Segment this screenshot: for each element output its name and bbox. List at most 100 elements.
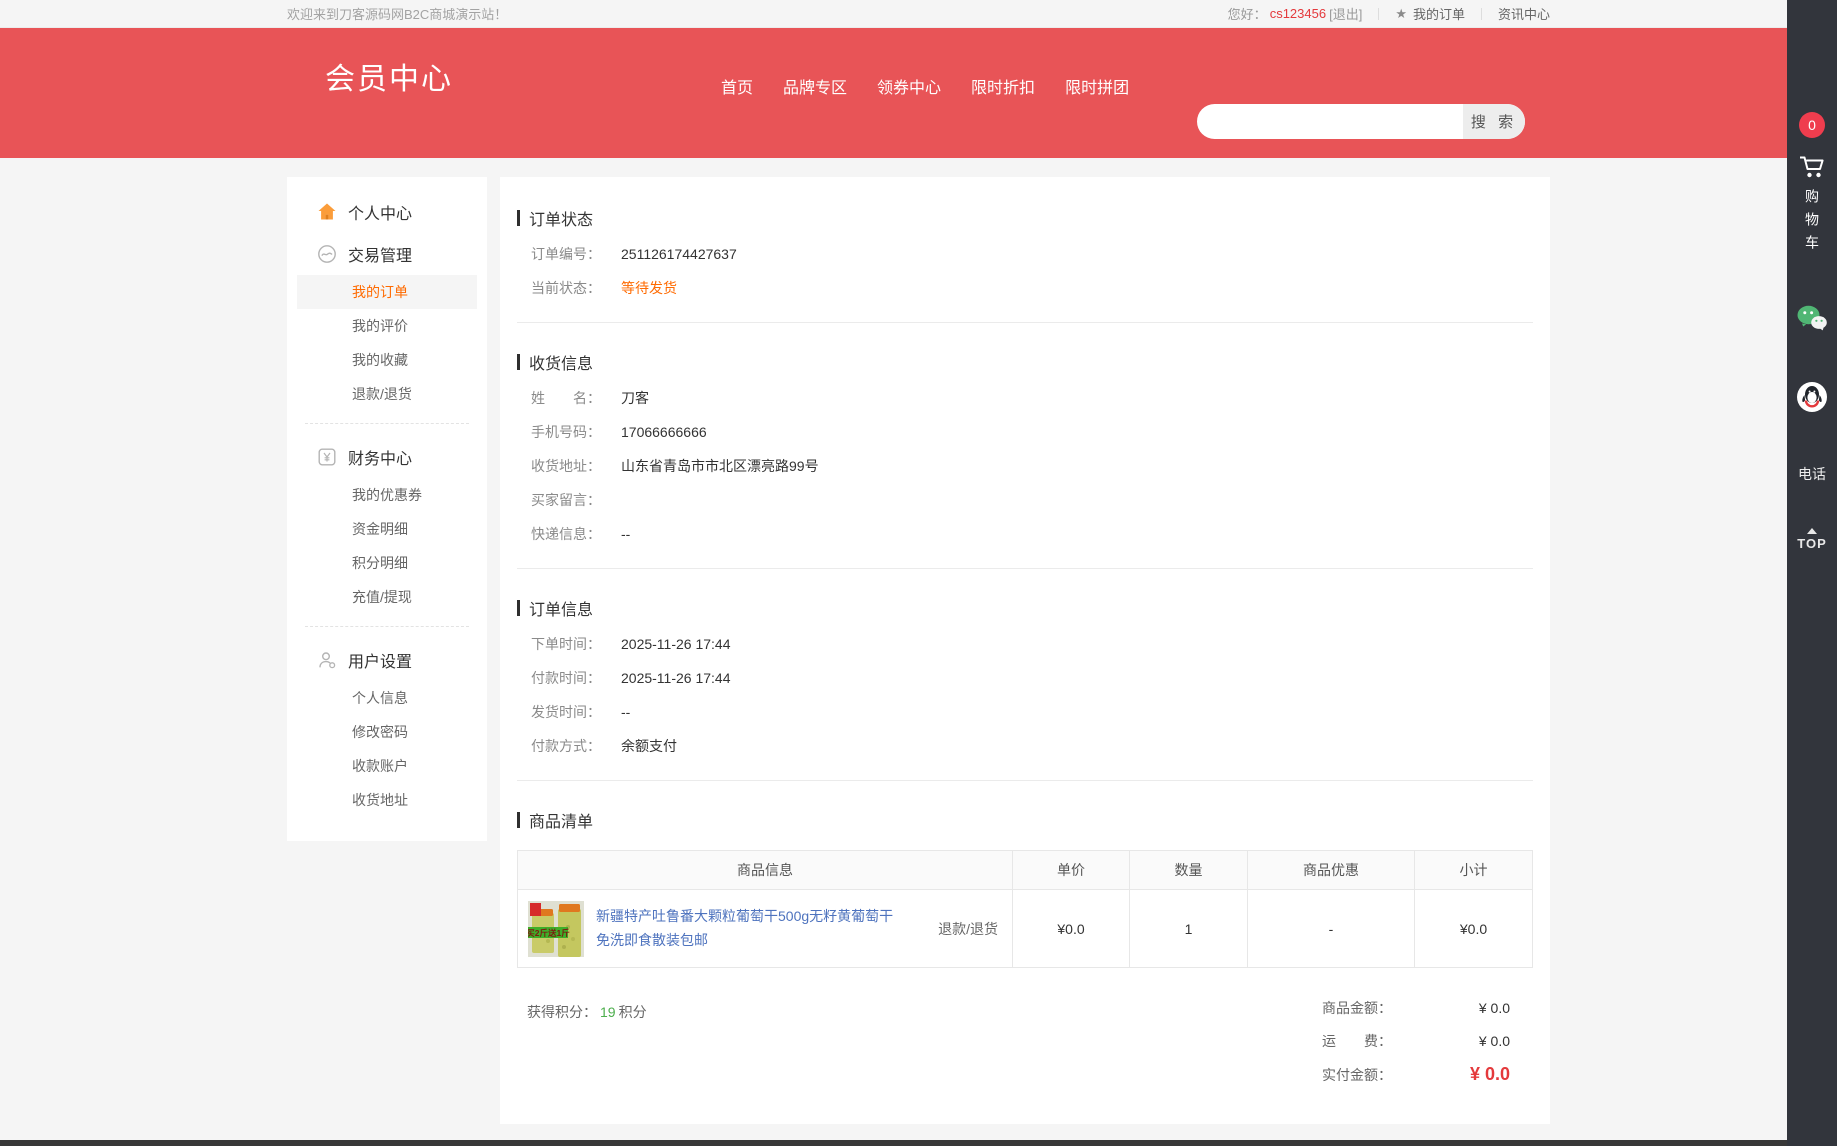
status-badge: 等待发货: [621, 278, 677, 298]
right-toolbar: 0 购物车 电话 TOP: [1787, 0, 1837, 1146]
section-marker: [517, 354, 520, 370]
sidebar-item-points-details[interactable]: 积分明细: [297, 546, 477, 580]
back-to-top-button[interactable]: TOP: [1797, 528, 1827, 551]
main-nav: 首页 品牌专区 领券中心 限时折扣 限时拼团: [721, 74, 1129, 98]
sidebar-group-user-settings[interactable]: 用户设置: [287, 639, 487, 681]
divider: [305, 423, 469, 424]
cart-icon[interactable]: [1798, 154, 1826, 183]
buyer-message-row: 买家留言：: [517, 490, 1533, 510]
paid-time-row: 付款时间： 2025-11-26 17:44: [517, 668, 1533, 688]
receiver-name: 刀客: [621, 388, 649, 408]
star-icon: ★: [1395, 6, 1407, 22]
up-arrow-icon: [1807, 528, 1817, 534]
logout-link[interactable]: [退出]: [1329, 4, 1362, 23]
order-number-row: 订单编号： 251126174427637: [517, 244, 1533, 264]
col-qty-header: 数量: [1129, 851, 1247, 889]
search-input[interactable]: [1197, 104, 1463, 139]
divider: [1481, 8, 1482, 20]
divider: [517, 322, 1533, 323]
sidebar-item-profile[interactable]: 个人信息: [297, 681, 477, 715]
item-discount: -: [1247, 890, 1414, 967]
order-summary: 获得积分：19积分 商品金额： ¥ 0.0 运 费： ¥ 0.0 实付金额： ¥…: [517, 998, 1533, 1098]
sidebar-group-trade[interactable]: 交易管理: [287, 233, 487, 275]
points-earned: 获得积分：19积分: [527, 1002, 647, 1098]
paid-total: ¥ 0.0: [1392, 1064, 1510, 1085]
section-order-info: 订单信息: [517, 596, 1533, 620]
paid-total-row: 实付金额： ¥ 0.0: [1322, 1064, 1510, 1085]
nav-home[interactable]: 首页: [721, 74, 753, 98]
order-number: 251126174427637: [621, 244, 737, 264]
user-gear-icon: [317, 650, 337, 670]
col-discount-header: 商品优惠: [1247, 851, 1414, 889]
receiver-address: 山东省青岛市市北区漂亮路99号: [621, 456, 819, 476]
nav-flash-discount[interactable]: 限时折扣: [971, 74, 1035, 98]
home-icon: [317, 202, 337, 222]
totals-block: 商品金额： ¥ 0.0 运 费： ¥ 0.0 实付金额： ¥ 0.0: [1322, 998, 1510, 1098]
sidebar-item-recharge-withdraw[interactable]: 充值/提现: [297, 580, 477, 614]
col-subtotal-header: 小计: [1414, 851, 1532, 889]
shipped-time-row: 发货时间： --: [517, 702, 1533, 722]
sidebar-item-shipping-address[interactable]: 收货地址: [297, 783, 477, 817]
section-shipping-info: 收货信息: [517, 350, 1533, 374]
logo[interactable]: 会员中心: [325, 54, 453, 98]
pay-method: 余额支付: [621, 736, 677, 756]
search-button[interactable]: 搜 索: [1463, 104, 1525, 139]
sidebar-item-payment-account[interactable]: 收款账户: [297, 749, 477, 783]
goods-table-header: 商品信息 单价 数量 商品优惠 小计: [518, 851, 1532, 890]
topbar: 欢迎来到刀客源码网B2C商城演示站！ 您好： cs123456 [退出] ★ 我…: [0, 0, 1837, 28]
col-product-header: 商品信息: [518, 851, 1012, 889]
sidebar-item-change-password[interactable]: 修改密码: [297, 715, 477, 749]
qq-icon[interactable]: [1796, 381, 1828, 416]
goods-amount-row: 商品金额： ¥ 0.0: [1322, 998, 1510, 1018]
col-price-header: 单价: [1012, 851, 1129, 889]
sidebar-group-finance[interactable]: 财务中心: [287, 436, 487, 478]
quantity: 1: [1129, 890, 1247, 967]
goods-amount: ¥ 0.0: [1392, 1000, 1510, 1016]
cart-label[interactable]: 购物车: [1802, 189, 1822, 258]
my-orders-link[interactable]: 我的订单: [1413, 4, 1465, 23]
sidebar-item-refunds[interactable]: 退款/退货: [297, 377, 477, 411]
sidebar-item-my-reviews[interactable]: 我的评价: [297, 309, 477, 343]
divider: [517, 568, 1533, 569]
sidebar-item-fund-details[interactable]: 资金明细: [297, 512, 477, 546]
created-time-row: 下单时间： 2025-11-26 17:44: [517, 634, 1533, 654]
phone-link[interactable]: 电话: [1798, 464, 1826, 484]
sidebar-item-personal-center[interactable]: 个人中心: [287, 191, 487, 233]
freight-amount: ¥ 0.0: [1392, 1033, 1510, 1049]
finance-icon: [317, 447, 337, 467]
product-title-link[interactable]: 新疆特产吐鲁番大颗粒葡萄干500g无籽黄葡萄干免洗即食散装包邮: [596, 905, 896, 951]
pay-method-row: 付款方式： 余额支付: [517, 736, 1533, 756]
member-sidebar: 个人中心 交易管理 我的订单 我的评价 我的收藏 退款/退货 财务中心 我的优惠…: [287, 177, 487, 841]
section-marker: [517, 210, 520, 226]
unit-price: ¥0.0: [1012, 890, 1129, 967]
paid-time: 2025-11-26 17:44: [621, 668, 731, 688]
refund-link[interactable]: 退款/退货: [938, 919, 998, 939]
points-value: 19: [600, 1004, 616, 1020]
sidebar-item-my-orders[interactable]: 我的订单: [297, 275, 477, 309]
created-time: 2025-11-26 17:44: [621, 634, 731, 654]
site-header: 会员中心 首页 品牌专区 领券中心 限时折扣 限时拼团 搜 索: [0, 28, 1837, 158]
order-detail-panel: 订单状态 订单编号： 251126174427637 当前状态： 等待发货 收货…: [500, 177, 1550, 1124]
goods-table: 商品信息 单价 数量 商品优惠 小计: [517, 850, 1533, 968]
freight-row: 运 费： ¥ 0.0: [1322, 1031, 1510, 1051]
divider: [1378, 8, 1379, 20]
sidebar-item-my-coupons[interactable]: 我的优惠券: [297, 478, 477, 512]
receiver-phone: 17066666666: [621, 422, 707, 442]
svg-text:买2斤送1斤: 买2斤送1斤: [528, 928, 570, 938]
product-image[interactable]: 买2斤送1斤: [528, 901, 584, 957]
receiver-address-row: 收货地址： 山东省青岛市市北区漂亮路99号: [517, 456, 1533, 476]
search-bar: 搜 索: [1197, 104, 1525, 139]
wechat-icon[interactable]: [1796, 304, 1828, 335]
news-link[interactable]: 资讯中心: [1498, 4, 1550, 23]
nav-coupon-center[interactable]: 领券中心: [877, 74, 941, 98]
divider: [517, 780, 1533, 781]
sidebar-item-my-favorites[interactable]: 我的收藏: [297, 343, 477, 377]
section-marker: [517, 600, 520, 616]
cart-count-badge: 0: [1799, 112, 1825, 138]
section-order-status: 订单状态: [517, 206, 1533, 230]
greeting-label: 您好：: [1228, 4, 1267, 23]
nav-brand-zone[interactable]: 品牌专区: [783, 74, 847, 98]
section-marker: [517, 812, 520, 828]
divider: [305, 626, 469, 627]
nav-group-buy[interactable]: 限时拼团: [1065, 74, 1129, 98]
